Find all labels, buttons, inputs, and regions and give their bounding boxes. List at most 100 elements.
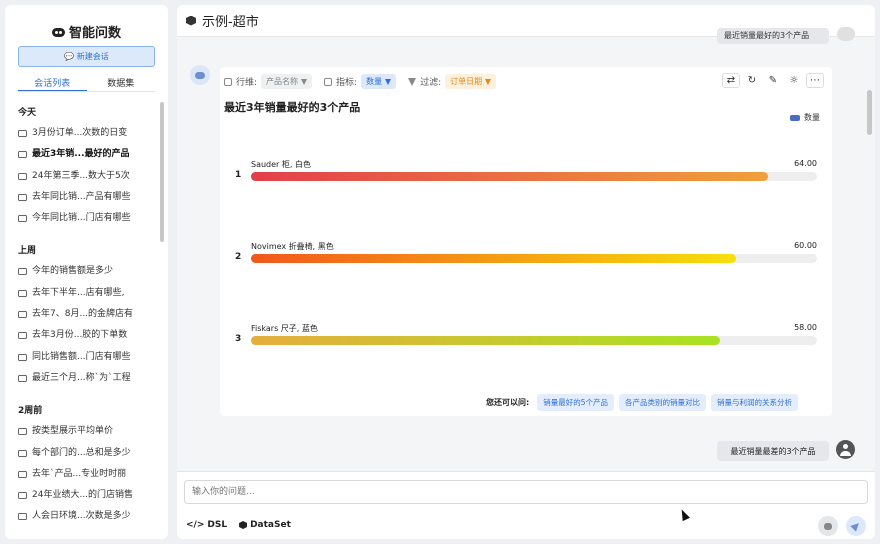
rank-label: 1 [235, 170, 242, 180]
conversation-item[interactable]: 每个部门的...总和是多少 [18, 447, 160, 468]
dimension-label: 行维: [236, 78, 258, 88]
conversation-title: 最近3年销...最好的产品 [32, 149, 130, 160]
conversation-item[interactable]: 最近三个月...称`为`工程 [18, 372, 160, 393]
group-heading: 今天 [18, 108, 37, 118]
user-message-bubble: 最近销量最好的3个产品 [717, 28, 829, 44]
bar[interactable] [251, 172, 769, 181]
sidebar-scrollbar[interactable] [160, 102, 164, 242]
conversation-title: 去年下半年...店有哪些, [32, 287, 125, 298]
value-label: 60.00 [794, 241, 817, 250]
chat-icon [18, 215, 27, 223]
filter-icon [301, 78, 308, 85]
conversation-item[interactable]: 24年第三季...数大于5次 [18, 170, 160, 191]
chart-title: 最近3年销量最好的3个产品 [224, 101, 361, 114]
cube-icon [239, 521, 248, 529]
chat-icon [18, 374, 27, 382]
edit-icon[interactable]: ✎ [764, 73, 782, 88]
bar-row: 3 Fiskars 尺子, 蓝色 58.00 [220, 323, 832, 363]
conversation-item[interactable]: 去年下半年...店有哪些, [18, 287, 160, 308]
question-input[interactable] [184, 480, 868, 504]
robot-icon [824, 522, 832, 530]
assistant-avatar [190, 65, 210, 85]
conversation-title: 人会日环境...次数是多少 [32, 511, 131, 522]
conversation-item[interactable]: 今年同比销...门店有哪些 [18, 212, 160, 233]
bot-button[interactable] [818, 516, 838, 536]
chat-scrollbar[interactable] [867, 90, 872, 135]
tab-divider [18, 91, 155, 92]
chat-icon [18, 172, 27, 180]
more-icon[interactable]: ⋯ [806, 73, 824, 88]
conversation-item[interactable]: 最近3年销...最好的产品 [18, 148, 160, 169]
composer-links: </> DSL DataSet [186, 520, 303, 530]
bar-track [251, 172, 817, 181]
category-label: Novimex 折叠椅, 黑色 [251, 242, 334, 251]
bar[interactable] [251, 336, 720, 345]
chat-icon [18, 449, 27, 457]
conversation-item[interactable]: 去年7、8月...的金牌店有 [18, 308, 160, 329]
tab-conversation-list[interactable]: 会话列表 [18, 76, 87, 91]
chat-panel: 示例-超市 最近销量最好的3个产品 行维: 产品名称 指标: 数量 过滤: 订单… [177, 5, 875, 539]
category-label: Fiskars 尺子, 蓝色 [251, 324, 318, 333]
shuffle-icon[interactable]: ⇄ [722, 73, 740, 88]
suggestion-chip[interactable]: 各产品类别的销量对比 [618, 394, 706, 411]
conversation-item[interactable]: 同比销售额...门店有哪些 [18, 351, 160, 372]
tab-datasets[interactable]: 数据集 [87, 76, 156, 91]
suggestion-chip[interactable]: 销量与利润的关系分析 [710, 394, 798, 411]
conversation-title: 24年业绩大...的门店销售 [32, 490, 134, 501]
app-title: 智能问数 [5, 22, 168, 41]
chat-icon [18, 353, 27, 361]
conversation-item[interactable]: 24年业绩大...的门店销售 [18, 489, 160, 510]
chat-icon [18, 311, 27, 319]
chart-legend[interactable]: 数量 [790, 112, 820, 123]
new-chat-button[interactable]: 💬 新建会话 [18, 46, 155, 67]
conversation-title: 3月份订单...次数的日变 [32, 128, 128, 138]
conversation-item[interactable]: 人会日环境...次数是多少 [18, 510, 160, 525]
conversation-list: 今天 3月份订单...次数的日变 最近3年销...最好的产品 24年第三季...数大于… [18, 100, 160, 525]
group-heading: 2周前 [18, 406, 43, 417]
refresh-icon[interactable]: ↻ [743, 73, 761, 88]
bar-row: 2 Novimex 折叠椅, 黑色 60.00 [220, 241, 832, 281]
bar[interactable] [251, 254, 737, 263]
conversation-title: 今年同比销...门店有哪些 [32, 213, 131, 224]
dimension-value: 产品名称 [266, 77, 299, 86]
code-icon: </> [186, 520, 205, 530]
conversation-item[interactable]: 今年的销售额是多少 [18, 265, 160, 286]
conversation-item[interactable]: 去年同比销...产品有哪些 [18, 191, 160, 212]
chat-icon [18, 268, 27, 276]
conversation-item[interactable]: 去年`产品...专业时时丽 [18, 468, 160, 489]
send-icon [850, 520, 862, 532]
suggestion-chip[interactable]: 销量最好的5个产品 [537, 394, 614, 411]
bulb-icon[interactable]: ☼ [785, 73, 803, 88]
dsl-link[interactable]: </> DSL [186, 520, 227, 530]
conversation-title: 24年第三季...数大于5次 [32, 170, 130, 181]
dataset-link[interactable]: DataSet [239, 520, 291, 530]
rank-label: 2 [235, 252, 242, 262]
user-avatar [837, 27, 855, 41]
metric-label: 指标: [336, 78, 358, 88]
dimension-chip[interactable]: 产品名称 [261, 74, 313, 89]
conversation-item[interactable]: 按类型展示平均单价 [18, 425, 160, 446]
filter-chip[interactable]: 订单日期 [445, 74, 497, 89]
conversation-title: 去年7、8月...的金牌店有 [32, 309, 134, 320]
chat-icon [18, 289, 27, 297]
send-button[interactable] [846, 516, 866, 536]
chat-icon [18, 332, 27, 340]
chat-icon [18, 513, 27, 521]
conversation-title: 去年`产品...专业时时丽 [32, 468, 127, 479]
bar-track [251, 254, 817, 263]
category-label: Sauder 柜, 白色 [251, 160, 311, 169]
legend-label: 数量 [804, 113, 820, 122]
value-label: 58.00 [794, 323, 817, 332]
tag-icon [324, 77, 333, 86]
user-message-bubble: 最近销量最差的3个产品 [717, 441, 829, 461]
bar-row: 1 Sauder 柜, 白色 64.00 [220, 159, 832, 199]
conversation-item[interactable]: 去年3月份...胶的下单数 [18, 329, 160, 350]
metric-chip[interactable]: 数量 [361, 74, 397, 89]
query-toolbar: 行维: 产品名称 指标: 数量 过滤: 订单日期 [224, 73, 508, 90]
cube-icon [186, 15, 196, 26]
composer: </>DSL DataSet [177, 471, 875, 539]
conversation-item[interactable]: 3月份订单...次数的日变 [18, 127, 160, 148]
filter-icon [485, 78, 492, 85]
chat-icon [18, 193, 27, 201]
dataset-label: DataSet [250, 520, 291, 530]
